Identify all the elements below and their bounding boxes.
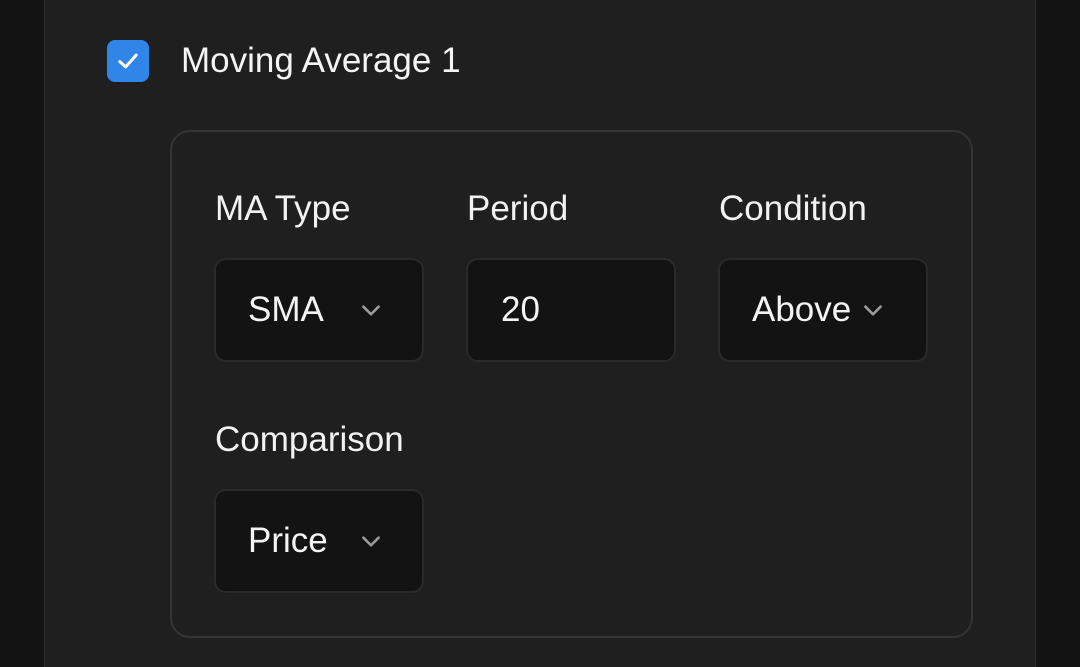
check-icon — [118, 53, 138, 69]
ma-type-value: SMA — [248, 290, 324, 329]
moving-average-title: Moving Average 1 — [181, 41, 461, 80]
condition-label: Condition — [719, 189, 867, 228]
moving-average-toggle[interactable]: Moving Average 1 — [107, 35, 461, 87]
chevron-down-icon — [362, 536, 380, 547]
period-label: Period — [467, 189, 569, 228]
comparison-value: Price — [248, 521, 328, 560]
condition-select[interactable]: Above — [718, 258, 928, 362]
ma-type-label: MA Type — [215, 189, 351, 228]
moving-average-checkbox[interactable] — [107, 40, 149, 82]
condition-value: Above — [752, 290, 852, 329]
comparison-select[interactable]: Price — [214, 489, 424, 593]
chevron-down-icon — [864, 305, 882, 316]
ma-type-select[interactable]: SMA — [214, 258, 424, 362]
period-input[interactable]: 20 — [466, 258, 676, 362]
chevron-down-icon — [362, 305, 380, 316]
comparison-label: Comparison — [215, 420, 404, 459]
period-value: 20 — [501, 290, 540, 329]
